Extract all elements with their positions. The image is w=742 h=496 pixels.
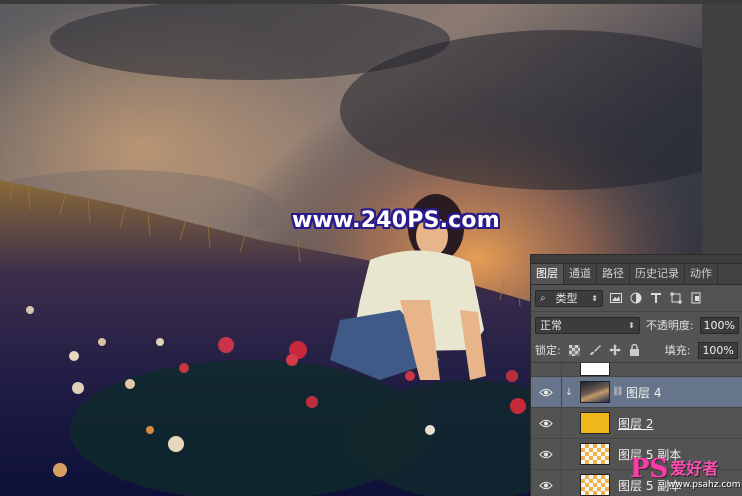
layer-filter-select[interactable]: ⌕ 类型 ⬍ xyxy=(535,289,603,307)
lock-move-icon[interactable] xyxy=(608,344,621,356)
tab-paths[interactable]: 路径 xyxy=(597,264,630,284)
layer-name: 图层 5 副本 xyxy=(618,447,682,462)
layer-name: 图层 5 副本 xyxy=(618,478,682,493)
tab-layers[interactable]: 图层 xyxy=(531,264,564,284)
fill-field[interactable]: 100% xyxy=(698,341,738,359)
blend-opacity-row: 正常 ⬍ 不透明度: 100% xyxy=(531,312,742,338)
lock-fill-row: 锁定: 填充: 100% xyxy=(531,338,742,363)
panel-title-bar[interactable] xyxy=(531,255,742,264)
opacity-field[interactable]: 100% xyxy=(699,316,739,334)
eye-icon xyxy=(539,388,553,396)
tab-channels[interactable]: 通道 xyxy=(564,264,597,284)
visibility-toggle[interactable] xyxy=(531,408,562,438)
visibility-column xyxy=(531,363,562,376)
filter-type-label: 类型 xyxy=(555,292,578,305)
site-watermark: www.240PS.com xyxy=(292,208,500,233)
canvas-top-edge xyxy=(0,0,742,4)
tab-history[interactable]: 历史记录 xyxy=(630,264,685,284)
layer-thumbnail xyxy=(580,363,610,376)
layer-filter-row: ⌕ 类型 ⬍ xyxy=(531,285,742,312)
blend-mode-value: 正常 xyxy=(540,319,562,332)
type-filter-icon[interactable] xyxy=(649,291,663,305)
clipping-mask-icon: ↓ xyxy=(564,386,574,398)
layer-name: 图层 2 xyxy=(618,416,654,431)
adjustment-filter-icon[interactable] xyxy=(629,291,643,305)
lock-transparent-icon[interactable] xyxy=(569,344,581,356)
visibility-toggle[interactable] xyxy=(531,439,562,469)
layer-row[interactable]: 图层 2 xyxy=(531,408,742,439)
link-icon: ⛓ xyxy=(612,387,624,397)
image-filter-icon[interactable] xyxy=(609,291,623,305)
shape-filter-icon[interactable] xyxy=(669,291,683,305)
smart-object-filter-icon[interactable] xyxy=(689,291,703,305)
blend-mode-select[interactable]: 正常 ⬍ xyxy=(535,316,640,334)
layer-name: 图层 4 xyxy=(626,385,662,400)
layer-row-selected[interactable]: ↓ ⛓ 图层 4 xyxy=(531,377,742,408)
layer-list: ↓ ⛓ 图层 4 图层 2 图层 5 副本 图层 5 副本 xyxy=(531,363,742,496)
eye-icon xyxy=(539,419,553,427)
lock-all-icon[interactable] xyxy=(629,344,641,356)
eye-icon xyxy=(539,450,553,458)
layers-panel: 图层 通道 路径 历史记录 动作 ⌕ 类型 ⬍ 正常 ⬍ 不透明度: 100% … xyxy=(530,254,742,496)
layer-row[interactable] xyxy=(531,363,742,377)
layer-thumbnail xyxy=(580,412,610,434)
layer-thumbnail xyxy=(580,443,610,465)
lock-brush-icon[interactable] xyxy=(589,344,601,356)
chevron-updown-icon: ⬍ xyxy=(628,320,635,330)
fill-label: 填充: xyxy=(664,344,691,357)
eye-icon xyxy=(539,481,553,489)
layer-row[interactable]: 图层 5 副本 xyxy=(531,470,742,496)
visibility-toggle[interactable] xyxy=(531,377,562,407)
lock-label: 锁定: xyxy=(535,344,561,357)
search-icon: ⌕ xyxy=(540,292,546,304)
chevron-updown-icon: ⬍ xyxy=(591,293,598,303)
photoshop-workspace: www.240PS.com 图层 通道 路径 历史记录 动作 ⌕ 类型 ⬍ 正常… xyxy=(0,0,742,496)
visibility-toggle[interactable] xyxy=(531,470,562,496)
tab-actions[interactable]: 动作 xyxy=(685,264,718,284)
layer-thumbnail xyxy=(580,381,610,403)
opacity-label: 不透明度: xyxy=(645,319,694,332)
layer-thumbnail xyxy=(580,474,610,496)
panel-tabs: 图层 通道 路径 历史记录 动作 xyxy=(531,264,742,285)
layer-row[interactable]: 图层 5 副本 xyxy=(531,439,742,470)
